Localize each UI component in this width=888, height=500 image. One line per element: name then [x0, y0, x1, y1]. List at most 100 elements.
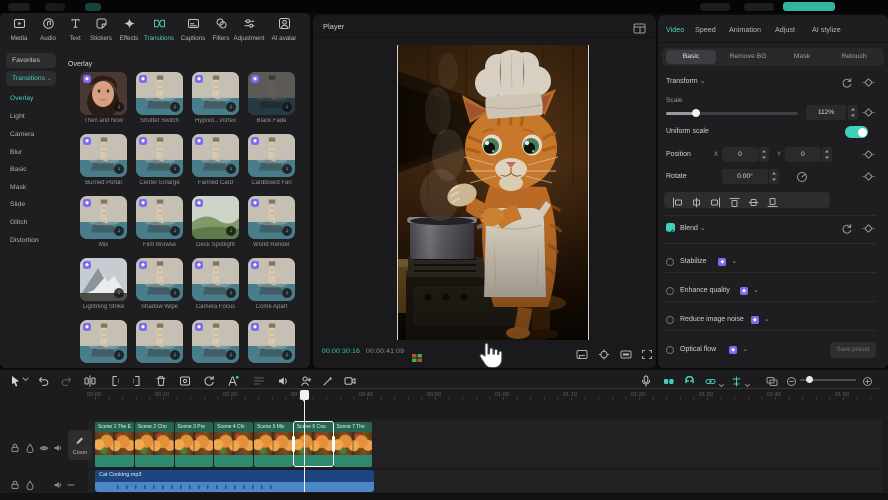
blend-keyframe-icon[interactable]: [862, 221, 875, 239]
transition-thumb-burned-portal[interactable]: ◆↓: [80, 134, 127, 177]
toolbar-tab-transitions[interactable]: Transitions: [142, 17, 176, 47]
matting-icon[interactable]: [322, 374, 334, 392]
transition-thumb-lightning-strike[interactable]: ◆↓: [80, 258, 127, 301]
align-right-icon[interactable]: [710, 195, 721, 213]
tracks-icon[interactable]: [253, 374, 265, 392]
transition-thumb-center-enlarge[interactable]: ◆↓: [136, 134, 183, 177]
transition-thumb-shadow-wipe[interactable]: ◆↓: [136, 258, 183, 301]
position-keyframe-icon[interactable]: [862, 147, 875, 165]
transition-thumb-shutter-switch[interactable]: ◆↓: [136, 72, 183, 115]
zoom-in-icon[interactable]: [862, 374, 873, 392]
chevron-down-icon[interactable]: [718, 376, 725, 394]
align-top-icon[interactable]: [729, 195, 740, 213]
split-icon[interactable]: [84, 374, 96, 392]
freeze-frame-icon[interactable]: [179, 374, 191, 392]
audio-clip[interactable]: Cat Cooking.mp3: [95, 470, 374, 492]
transition-thumb-fanned-card[interactable]: ◆↓: [192, 134, 239, 177]
cover-button[interactable]: Cover: [68, 430, 92, 460]
inspector-tab-adjust[interactable]: Adjust: [775, 25, 795, 34]
sidebar-favorites[interactable]: Favorites: [6, 53, 56, 68]
transition-thumb-mix[interactable]: ◆↓: [80, 196, 127, 239]
section-checkbox[interactable]: [666, 287, 674, 295]
video-track-eye-icon[interactable]: [39, 440, 49, 458]
magnet-icon[interactable]: [684, 374, 695, 392]
align-center-h-icon[interactable]: [691, 195, 702, 213]
trim-right-icon[interactable]: [131, 374, 143, 392]
sidebar-item-mask[interactable]: Mask: [10, 184, 26, 191]
transition-thumb-then-and-now[interactable]: ◆↓: [80, 72, 127, 115]
reverse-icon[interactable]: [203, 374, 215, 392]
playhead-handle[interactable]: [300, 390, 309, 400]
video-track-lock-icon[interactable]: [10, 440, 20, 458]
timeline-clip-7[interactable]: Scene 7 The: [334, 422, 373, 467]
titlebar-button-2[interactable]: [744, 3, 774, 11]
toolbar-tab-adjustment[interactable]: Adjustment: [232, 17, 266, 47]
sidebar-item-basic[interactable]: Basic: [10, 166, 27, 173]
delete-icon[interactable]: [155, 374, 167, 392]
inspector-tab-ai-stylize[interactable]: AI stylize: [812, 25, 841, 34]
mic-icon[interactable]: [640, 374, 652, 392]
transition-thumb-world-render[interactable]: ◆↓: [248, 196, 295, 239]
rotate-keyframe-icon[interactable]: [862, 169, 875, 187]
transition-thumb-camera-focus[interactable]: ◆↓: [192, 258, 239, 301]
export-button[interactable]: [783, 2, 835, 11]
subtab-basic[interactable]: Basic: [666, 50, 716, 64]
subtab-retouch[interactable]: Retouch: [828, 50, 880, 64]
transition-thumb-row5-17[interactable]: ◆↓: [136, 320, 183, 363]
rotate-stepper[interactable]: [769, 169, 779, 184]
toolbar-tab-ai-avatar[interactable]: AI avatar: [267, 17, 301, 47]
align-left-icon[interactable]: [672, 195, 683, 213]
section-checkbox[interactable]: [666, 346, 674, 354]
zoom-slider-knob[interactable]: [806, 376, 813, 383]
selection-edge-left[interactable]: [397, 45, 398, 340]
fullscreen-icon[interactable]: [641, 347, 653, 365]
zoom-out-icon[interactable]: [786, 374, 797, 392]
transition-thumb-row5-19[interactable]: ◆↓: [248, 320, 295, 363]
transition-thumb-row5-18[interactable]: ◆↓: [192, 320, 239, 363]
clip-handle-right[interactable]: [332, 436, 335, 452]
sidebar-item-overlay[interactable]: Overlay: [10, 95, 33, 102]
video-preview[interactable]: [398, 45, 588, 340]
transition-thumb-row5-16[interactable]: ◆↓: [80, 320, 127, 363]
video-track-spk-icon[interactable]: [53, 440, 63, 458]
preview-wheel-icon[interactable]: [766, 374, 778, 392]
sidebar-item-light[interactable]: Light: [10, 113, 25, 120]
blend-checkbox[interactable]: [666, 223, 675, 232]
keyframe-icon[interactable]: [862, 75, 875, 93]
chevron-down-icon[interactable]: [744, 376, 751, 394]
position-x-value[interactable]: 0: [722, 147, 758, 162]
sidebar-item-camera[interactable]: Camera: [10, 131, 34, 138]
section-stabilize[interactable]: Stabilize◆⌄: [658, 256, 888, 272]
color-bars-icon[interactable]: [412, 349, 423, 367]
preview-axis-icon[interactable]: [731, 374, 742, 392]
smart-tool-icon[interactable]: [227, 374, 239, 392]
timeline-clip-5[interactable]: Scene 5 Mix: [254, 422, 293, 467]
ratio-icon[interactable]: [620, 347, 632, 365]
blend-reset-icon[interactable]: [841, 221, 852, 239]
titlebar-button-1[interactable]: [700, 3, 730, 11]
video-track-drop-icon[interactable]: [25, 440, 35, 458]
position-y-value[interactable]: 0: [785, 147, 821, 162]
reset-icon[interactable]: [841, 75, 852, 93]
transform-label[interactable]: Transform ⌄: [666, 77, 705, 85]
timeline-clip-3[interactable]: Scene 3 Pre: [175, 422, 214, 467]
transition-thumb-hypnot-vortex[interactable]: ◆↓: [192, 72, 239, 115]
timeline-clip-2[interactable]: Scene 2 Cho: [135, 422, 174, 467]
rotate-value[interactable]: 0.00°: [722, 169, 768, 184]
sidebar-item-blur[interactable]: Blur: [10, 149, 22, 156]
section-checkbox[interactable]: [666, 258, 674, 266]
resolution-icon[interactable]: [576, 347, 588, 365]
window-tools-icon[interactable]: [45, 3, 65, 11]
scale-keyframe-icon[interactable]: [862, 105, 875, 123]
transition-thumb-film-browse[interactable]: ◆↓: [136, 196, 183, 239]
align-bottom-icon[interactable]: [767, 195, 778, 213]
position-y-stepper[interactable]: [822, 147, 832, 162]
position-x-stepper[interactable]: [759, 147, 769, 162]
sidebar-item-slide[interactable]: Slide: [10, 201, 25, 208]
transition-thumb-come-apart[interactable]: ◆↓: [248, 258, 295, 301]
scale-stepper[interactable]: [848, 105, 858, 120]
inspector-tab-video[interactable]: Video: [666, 25, 684, 34]
transition-thumb-deck-spotlight[interactable]: ◆↓: [192, 196, 239, 239]
trim-left-icon[interactable]: [109, 374, 121, 392]
camera-track-icon[interactable]: [344, 374, 356, 392]
